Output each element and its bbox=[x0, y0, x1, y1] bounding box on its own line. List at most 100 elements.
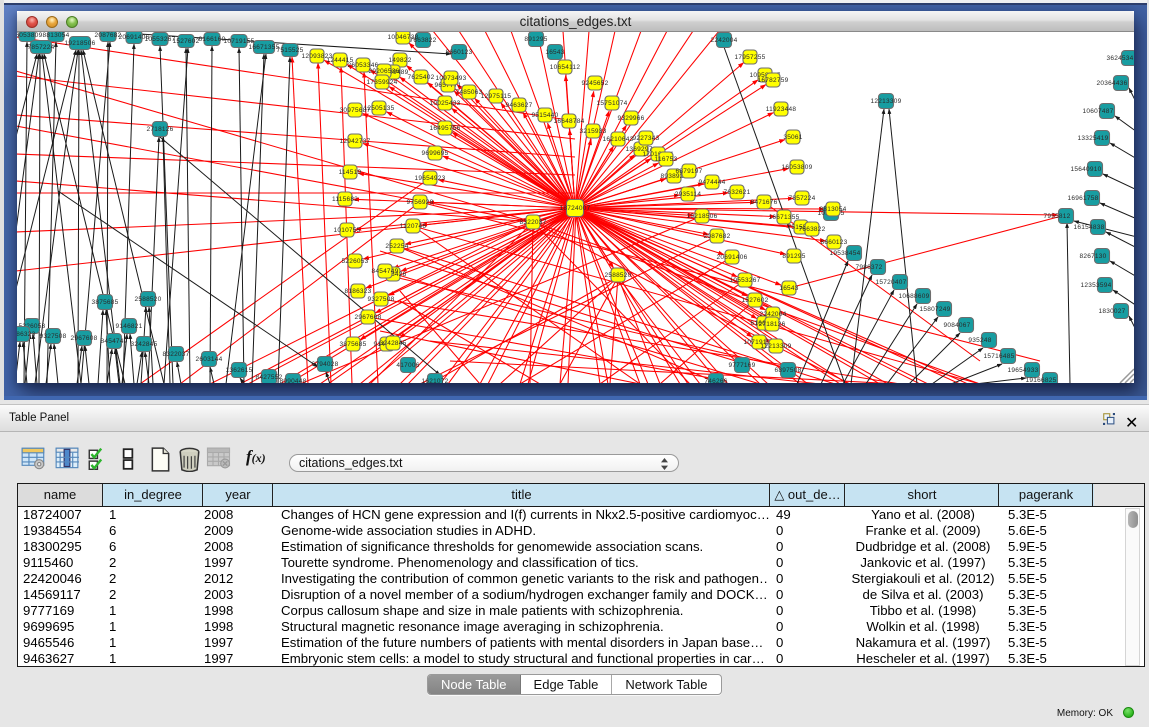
svg-text:12213309: 12213309 bbox=[761, 343, 792, 350]
svg-text:19538454: 19538454 bbox=[830, 250, 861, 257]
svg-text:15807249: 15807249 bbox=[920, 306, 951, 313]
svg-text:935248: 935248 bbox=[968, 337, 991, 344]
svg-text:7857224: 7857224 bbox=[788, 195, 815, 202]
svg-text:35061: 35061 bbox=[783, 134, 802, 141]
svg-text:15640910: 15640910 bbox=[1071, 166, 1102, 173]
svg-text:16543: 16543 bbox=[545, 49, 564, 56]
svg-text:116753: 116753 bbox=[655, 156, 678, 163]
svg-text:7955812: 7955812 bbox=[1043, 213, 1070, 220]
svg-text:9245652: 9245652 bbox=[581, 80, 608, 87]
svg-text:10688609: 10688609 bbox=[899, 293, 930, 300]
svg-text:2935114: 2935114 bbox=[675, 191, 702, 198]
svg-text:15751074: 15751074 bbox=[597, 100, 628, 107]
svg-text:2588520: 2588520 bbox=[604, 272, 631, 279]
svg-text:16671355: 16671355 bbox=[769, 214, 800, 221]
svg-text:7857224: 7857224 bbox=[27, 44, 54, 51]
svg-text:7485063: 7485063 bbox=[455, 89, 482, 96]
svg-text:9146821: 9146821 bbox=[115, 323, 142, 330]
svg-text:13325419: 13325419 bbox=[1078, 135, 1109, 142]
svg-text:10553267: 10553267 bbox=[730, 277, 761, 284]
svg-text:11923448: 11923448 bbox=[766, 106, 797, 113]
svg-text:1120746: 1120746 bbox=[400, 223, 427, 230]
svg-text:3875685: 3875685 bbox=[339, 341, 366, 348]
svg-text:149822: 149822 bbox=[388, 57, 411, 64]
svg-text:10607487: 10607487 bbox=[1083, 108, 1114, 115]
svg-text:9699695: 9699695 bbox=[421, 150, 448, 157]
svg-text:16210643: 16210643 bbox=[603, 136, 634, 143]
svg-text:16053809: 16053809 bbox=[17, 32, 43, 39]
svg-text:1527602: 1527602 bbox=[172, 38, 199, 45]
svg-text:6166160: 6166160 bbox=[198, 36, 225, 43]
svg-text:7663822: 7663822 bbox=[798, 226, 825, 233]
svg-text:8454749: 8454749 bbox=[100, 338, 127, 345]
svg-text:2967608: 2967608 bbox=[354, 314, 381, 321]
svg-text:9474444: 9474444 bbox=[698, 179, 725, 186]
svg-text:15720407: 15720407 bbox=[876, 279, 907, 286]
svg-text:8186323: 8186323 bbox=[344, 288, 371, 295]
svg-text:12975115: 12975115 bbox=[481, 93, 512, 100]
svg-text:10025433: 10025433 bbox=[430, 100, 461, 107]
svg-text:1621072: 1621072 bbox=[421, 378, 448, 383]
svg-text:3215933: 3215933 bbox=[579, 128, 606, 135]
svg-text:9084067: 9084067 bbox=[943, 322, 970, 329]
svg-text:8813054: 8813054 bbox=[42, 32, 69, 39]
svg-text:891295: 891295 bbox=[524, 36, 547, 43]
svg-text:10654112: 10654112 bbox=[550, 64, 581, 71]
svg-text:9463627: 9463627 bbox=[505, 102, 532, 109]
svg-text:8990448: 8990448 bbox=[279, 378, 306, 383]
svg-text:12942737: 12942737 bbox=[340, 138, 371, 145]
svg-text:9327508: 9327508 bbox=[39, 333, 66, 340]
svg-text:16053809: 16053809 bbox=[782, 164, 813, 171]
svg-text:18724007: 18724007 bbox=[560, 205, 591, 212]
svg-text:16671355: 16671355 bbox=[249, 44, 280, 51]
svg-text:20364436: 20364436 bbox=[1097, 80, 1128, 87]
svg-text:252254: 252254 bbox=[385, 243, 408, 250]
svg-text:114519: 114519 bbox=[339, 169, 362, 176]
svg-text:19166825: 19166825 bbox=[1026, 377, 1057, 383]
svg-text:8322037: 8322037 bbox=[162, 351, 189, 358]
svg-text:2242004: 2242004 bbox=[710, 37, 737, 44]
svg-text:12213309: 12213309 bbox=[871, 98, 902, 105]
svg-text:12505135: 12505135 bbox=[364, 105, 395, 112]
svg-text:10046738: 10046738 bbox=[388, 34, 419, 41]
svg-text:1527602: 1527602 bbox=[741, 297, 768, 304]
svg-text:8322037: 8322037 bbox=[519, 219, 546, 226]
svg-text:2967608: 2967608 bbox=[70, 335, 97, 342]
svg-text:3242845: 3242845 bbox=[130, 341, 157, 348]
svg-text:7515525: 7515525 bbox=[276, 47, 303, 54]
svg-text:8186323: 8186323 bbox=[17, 331, 36, 338]
svg-text:8454749: 8454749 bbox=[371, 268, 398, 275]
svg-text:8660123: 8660123 bbox=[445, 49, 472, 56]
svg-text:7625402: 7625402 bbox=[407, 74, 434, 81]
svg-text:3242845: 3242845 bbox=[379, 340, 406, 347]
svg-text:891295: 891295 bbox=[782, 253, 805, 260]
svg-text:746266: 746266 bbox=[704, 378, 727, 383]
svg-text:1010755: 1010755 bbox=[333, 227, 360, 234]
svg-text:8660123: 8660123 bbox=[820, 239, 847, 246]
svg-text:5226053: 5226053 bbox=[341, 258, 368, 265]
svg-text:16495756: 16495756 bbox=[430, 125, 461, 132]
svg-text:1115682: 1115682 bbox=[332, 196, 358, 203]
svg-text:9227343: 9227343 bbox=[632, 135, 659, 142]
svg-text:16154838: 16154838 bbox=[1074, 224, 1105, 231]
svg-text:6879197: 6879197 bbox=[675, 168, 702, 175]
svg-text:15716485: 15716485 bbox=[984, 353, 1015, 360]
svg-text:9329966: 9329966 bbox=[617, 115, 644, 122]
svg-text:10553267: 10553267 bbox=[145, 36, 176, 43]
svg-text:12353594: 12353594 bbox=[1081, 282, 1112, 289]
svg-text:16543: 16543 bbox=[779, 285, 798, 292]
svg-text:9777169: 9777169 bbox=[728, 362, 755, 369]
svg-text:2087682: 2087682 bbox=[703, 233, 730, 240]
svg-text:16782759: 16782759 bbox=[758, 77, 789, 84]
svg-text:17359924: 17359924 bbox=[367, 79, 398, 86]
svg-text:17957255: 17957255 bbox=[735, 54, 766, 61]
svg-text:7986372: 7986372 bbox=[855, 264, 882, 271]
svg-text:2718126: 2718126 bbox=[758, 321, 785, 328]
svg-text:6897508: 6897508 bbox=[774, 367, 801, 374]
svg-text:20691406: 20691406 bbox=[717, 254, 748, 261]
svg-text:2603144: 2603144 bbox=[195, 356, 222, 363]
svg-text:1362615: 1362615 bbox=[225, 367, 252, 374]
svg-text:19218506: 19218506 bbox=[687, 213, 718, 220]
svg-text:9756928: 9756928 bbox=[406, 199, 433, 206]
svg-text:8267130: 8267130 bbox=[1079, 253, 1106, 260]
